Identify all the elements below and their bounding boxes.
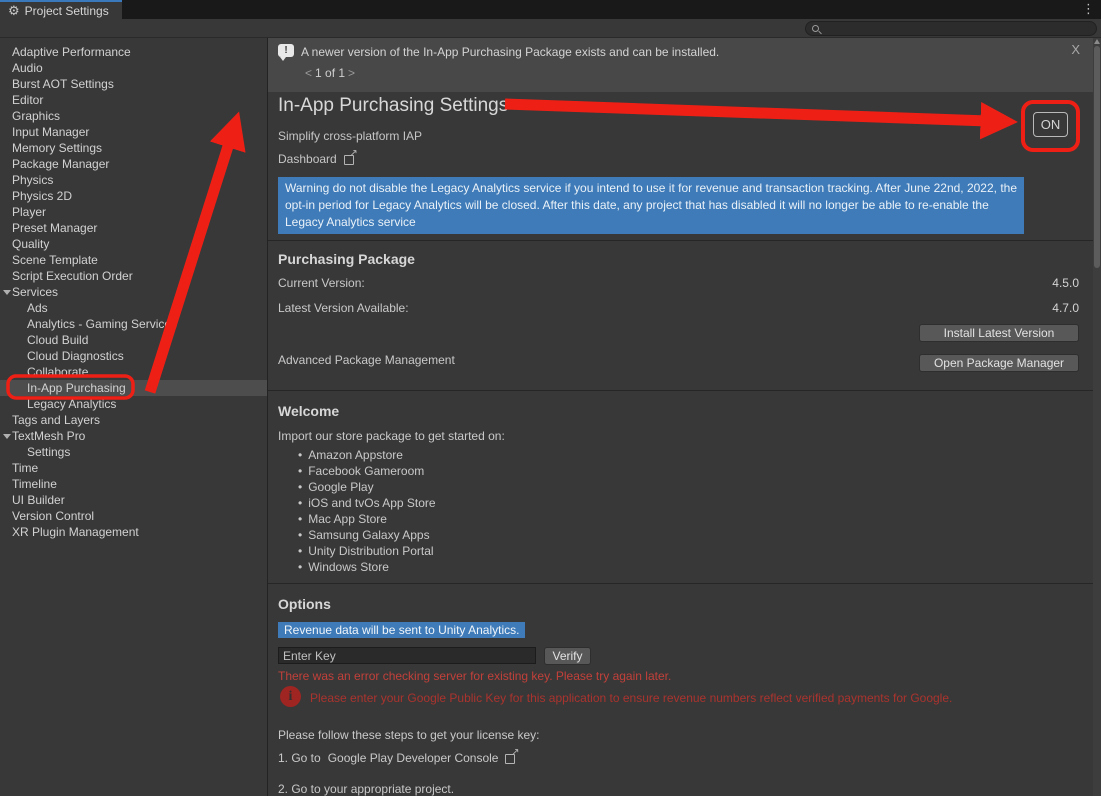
notification-banner: ! A newer version of the In-App Purchasi…	[268, 38, 1094, 92]
sidebar-item-xr-plugin-management[interactable]: XR Plugin Management	[0, 524, 267, 540]
sidebar-item-in-app-purchasing[interactable]: In-App Purchasing	[0, 380, 267, 396]
pager-next-icon[interactable]: >	[345, 66, 358, 80]
notification-bubble-icon: !	[278, 44, 294, 57]
tab-project-settings[interactable]: ⚙ Project Settings	[0, 0, 122, 19]
page-title: In-App Purchasing Settings	[278, 95, 508, 117]
sidebar-item-script-execution-order[interactable]: Script Execution Order	[0, 268, 267, 284]
store-list-item: Facebook Gameroom	[298, 463, 436, 479]
sidebar-item-quality[interactable]: Quality	[0, 236, 267, 252]
sidebar-item-ui-builder[interactable]: UI Builder	[0, 492, 267, 508]
notification-pager: <1 of 1>	[302, 66, 358, 80]
dashboard-link[interactable]: Dashboard	[278, 152, 356, 166]
sidebar-item-services[interactable]: Services	[0, 284, 267, 300]
google-play-console-link[interactable]: Google Play Developer Console	[328, 751, 499, 765]
current-version-value: 4.5.0	[1052, 276, 1079, 290]
sidebar-item-analytics-gaming-services[interactable]: Analytics - Gaming Services	[0, 316, 267, 332]
sidebar-item-memory-settings[interactable]: Memory Settings	[0, 140, 267, 156]
pager-prev-icon[interactable]: <	[302, 66, 315, 80]
scroll-up-icon[interactable]	[1094, 39, 1100, 44]
search-icon	[812, 25, 819, 32]
latest-version-value: 4.7.0	[1052, 301, 1079, 315]
advanced-package-management-label: Advanced Package Management	[278, 353, 455, 367]
latest-version-label: Latest Version Available:	[278, 301, 409, 315]
section-divider	[268, 583, 1094, 584]
sidebar-item-textmesh-pro[interactable]: TextMesh Pro	[0, 428, 267, 444]
tab-bar: ⚙ Project Settings ⋮	[0, 0, 1101, 19]
google-key-error-row: i Please enter your Google Public Key fo…	[280, 686, 952, 707]
verify-button[interactable]: Verify	[544, 647, 591, 665]
sidebar-item-scene-template[interactable]: Scene Template	[0, 252, 267, 268]
sidebar-item-timeline[interactable]: Timeline	[0, 476, 267, 492]
store-list-item: Unity Distribution Portal	[298, 543, 436, 559]
sidebar-item-ads[interactable]: Ads	[0, 300, 267, 316]
store-list: Amazon Appstore Facebook Gameroom Google…	[298, 447, 436, 575]
close-icon[interactable]: X	[1071, 42, 1080, 57]
store-list-item: Amazon Appstore	[298, 447, 436, 463]
options-heading: Options	[278, 596, 331, 612]
sidebar-item-physics-2d[interactable]: Physics 2D	[0, 188, 267, 204]
sidebar-item-legacy-analytics[interactable]: Legacy Analytics	[0, 396, 267, 412]
dashboard-link-label: Dashboard	[278, 152, 337, 166]
sidebar-item-cloud-build[interactable]: Cloud Build	[0, 332, 267, 348]
store-list-item: Samsung Galaxy Apps	[298, 527, 436, 543]
foldout-triangle-icon[interactable]	[3, 290, 11, 295]
project-settings-window: ⚙ Project Settings ⋮ Adaptive Performanc…	[0, 0, 1101, 796]
server-error-text: There was an error checking server for e…	[278, 669, 671, 683]
sidebar-item-adaptive-performance[interactable]: Adaptive Performance	[0, 44, 267, 60]
revenue-analytics-note: Revenue data will be sent to Unity Analy…	[278, 622, 525, 638]
sidebar-item-cloud-diagnostics[interactable]: Cloud Diagnostics	[0, 348, 267, 364]
open-package-manager-button[interactable]: Open Package Manager	[919, 354, 1079, 372]
store-list-item: Google Play	[298, 479, 436, 495]
tab-title: Project Settings	[25, 4, 109, 18]
foldout-triangle-icon[interactable]	[3, 434, 11, 439]
search-input[interactable]	[824, 23, 1074, 35]
sidebar-item-burst-aot-settings[interactable]: Burst AOT Settings	[0, 76, 267, 92]
error-info-icon: i	[280, 686, 301, 707]
settings-sidebar: Adaptive Performance Audio Burst AOT Set…	[0, 39, 267, 796]
window-menu-icon[interactable]: ⋮	[1082, 1, 1095, 17]
sidebar-item-editor[interactable]: Editor	[0, 92, 267, 108]
external-link-icon[interactable]	[505, 752, 517, 764]
current-version-label: Current Version:	[278, 276, 365, 290]
sidebar-item-audio[interactable]: Audio	[0, 60, 267, 76]
vertical-scrollbar[interactable]	[1093, 38, 1101, 796]
notification-message: A newer version of the In-App Purchasing…	[301, 45, 719, 59]
store-list-item: Windows Store	[298, 559, 436, 575]
welcome-intro: Import our store package to get started …	[278, 429, 505, 443]
gear-icon: ⚙	[8, 4, 20, 17]
license-step-1: 1. Go to Google Play Developer Console	[278, 751, 517, 765]
pager-count: 1 of 1	[315, 66, 345, 80]
store-list-item: Mac App Store	[298, 511, 436, 527]
sidebar-item-preset-manager[interactable]: Preset Manager	[0, 220, 267, 236]
sidebar-item-textmesh-settings[interactable]: Settings	[0, 444, 267, 460]
service-on-toggle[interactable]: ON	[1033, 112, 1068, 137]
sidebar-item-graphics[interactable]: Graphics	[0, 108, 267, 124]
sidebar-item-package-manager[interactable]: Package Manager	[0, 156, 267, 172]
license-step-2: 2. Go to your appropriate project.	[278, 782, 454, 796]
sidebar-item-input-manager[interactable]: Input Manager	[0, 124, 267, 140]
license-steps-intro: Please follow these steps to get your li…	[278, 728, 539, 742]
welcome-heading: Welcome	[278, 403, 339, 419]
external-link-icon	[344, 153, 356, 165]
sidebar-item-player[interactable]: Player	[0, 204, 267, 220]
scrollbar-thumb[interactable]	[1094, 46, 1100, 268]
sidebar-item-collaborate[interactable]: Collaborate	[0, 364, 267, 380]
sidebar-item-physics[interactable]: Physics	[0, 172, 267, 188]
store-list-item: iOS and tvOs App Store	[298, 495, 436, 511]
install-latest-version-button[interactable]: Install Latest Version	[919, 324, 1079, 342]
google-key-input[interactable]	[278, 647, 536, 664]
google-key-error-text: Please enter your Google Public Key for …	[310, 686, 952, 705]
section-divider	[268, 240, 1094, 241]
toolbar	[0, 19, 1101, 38]
step1-prefix: 1. Go to	[278, 751, 321, 765]
page-subtitle: Simplify cross-platform IAP	[278, 129, 422, 143]
settings-content-panel: ! A newer version of the In-App Purchasi…	[267, 38, 1093, 796]
sidebar-item-time[interactable]: Time	[0, 460, 267, 476]
sidebar-item-version-control[interactable]: Version Control	[0, 508, 267, 524]
legacy-analytics-warning: Warning do not disable the Legacy Analyt…	[278, 177, 1024, 234]
search-box[interactable]	[805, 21, 1097, 36]
purchasing-package-heading: Purchasing Package	[278, 251, 415, 267]
sidebar-item-tags-and-layers[interactable]: Tags and Layers	[0, 412, 267, 428]
section-divider	[268, 390, 1094, 391]
